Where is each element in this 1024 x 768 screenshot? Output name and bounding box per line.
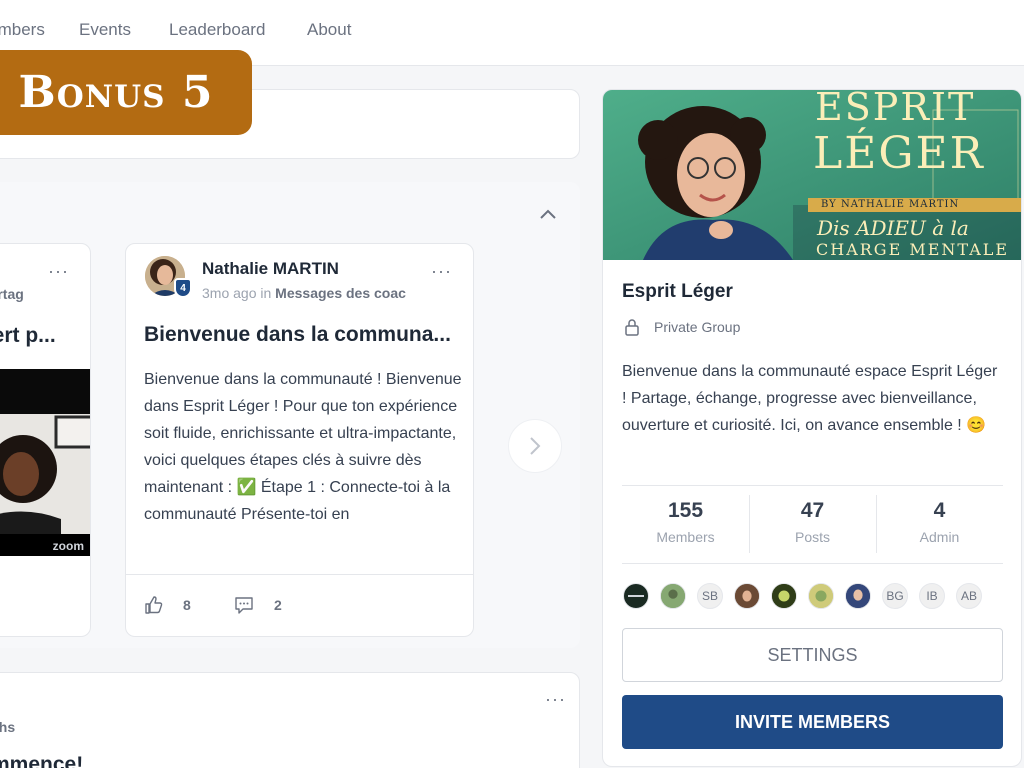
zoom-logo: zoom xyxy=(52,539,84,553)
group-description: Bienvenue dans la communauté espace Espr… xyxy=(622,363,998,434)
avatar-photo xyxy=(846,584,870,608)
cover-byline: BY NATHALIE MARTIN xyxy=(821,199,960,210)
group-cover-image: ESPRIT LÉGER BY NATHALIE MARTIN Dis ADIE… xyxy=(603,90,1021,260)
author-name[interactable]: Nathalie MARTIN xyxy=(202,259,339,279)
privacy-label: Private Group xyxy=(654,319,741,335)
member-avatar[interactable] xyxy=(771,583,797,609)
stat-label: Members xyxy=(656,529,715,545)
like-count: 8 xyxy=(183,597,191,613)
cover-title-line2: LÉGER xyxy=(813,128,985,179)
carousel-next-button[interactable] xyxy=(508,419,562,473)
collapse-chevron-up-icon[interactable] xyxy=(536,202,560,226)
lock-icon xyxy=(625,319,639,336)
avatar-photo xyxy=(661,584,685,608)
comment-button[interactable]: 2 xyxy=(234,595,282,615)
video-thumbnail[interactable]: zoom xyxy=(0,369,90,559)
member-avatar[interactable] xyxy=(734,583,760,609)
level-badge: 4 xyxy=(174,278,192,298)
nav-events[interactable]: Events xyxy=(79,20,131,40)
nav-members[interactable]: Members xyxy=(0,20,45,40)
post-space-link[interactable]: Messages des coac xyxy=(275,285,406,301)
member-avatar[interactable]: IB xyxy=(919,583,945,609)
nav-leaderboard[interactable]: Leaderboard xyxy=(169,20,265,40)
group-privacy: Private Group xyxy=(622,317,740,337)
member-avatar[interactable] xyxy=(660,583,686,609)
cover-tagline-2: CHARGE MENTALE xyxy=(816,240,1010,259)
avatar-photo xyxy=(772,584,796,608)
thumbs-up-icon xyxy=(145,596,163,614)
member-avatar[interactable] xyxy=(845,583,871,609)
group-name: Esprit Léger xyxy=(622,281,733,302)
post-body: Bienvenue dans la communauté ! Bienvenue… xyxy=(144,371,462,523)
stat-label: Posts xyxy=(794,529,830,545)
stat-posts[interactable]: 47 Posts xyxy=(749,495,876,553)
bonus-label: Bonus 5 xyxy=(0,50,252,135)
stats-divider-top xyxy=(622,485,1003,486)
chevron-right-icon xyxy=(530,437,541,455)
post-meta: partag xyxy=(0,286,24,302)
stat-value: 4 xyxy=(933,499,946,522)
more-options-icon[interactable]: ··· xyxy=(48,262,69,280)
invite-members-button[interactable]: INVITE MEMBERS xyxy=(622,695,1003,749)
avatar-photo xyxy=(809,584,833,608)
cover-title-line1: ESPRIT xyxy=(815,90,976,129)
post-meta: chs xyxy=(0,719,16,735)
post-title: vert p... xyxy=(0,324,56,347)
avatar-logo xyxy=(628,595,644,597)
more-options-icon[interactable]: ··· xyxy=(545,690,566,708)
member-avatar[interactable]: SB xyxy=(697,583,723,609)
post-meta: 3mo ago in Messages des coac xyxy=(202,285,424,301)
featured-post-card[interactable]: 4 Nathalie MARTIN 3mo ago in Messages de… xyxy=(125,243,474,637)
video-person-image xyxy=(0,414,90,559)
member-avatar[interactable] xyxy=(623,583,649,609)
stat-label: Admin xyxy=(919,529,960,545)
stat-value: 155 xyxy=(667,499,704,522)
group-info-card: ESPRIT LÉGER BY NATHALIE MARTIN Dis ADIE… xyxy=(602,89,1022,767)
feed-post-card[interactable]: ··· chs mmence! xyxy=(0,672,580,768)
member-avatar[interactable]: AB xyxy=(956,583,982,609)
bonus-text: Bonus 5 xyxy=(18,67,214,118)
settings-button[interactable]: SETTINGS xyxy=(622,628,1003,682)
post-time: 3mo ago in xyxy=(202,285,276,301)
member-avatar[interactable]: BG xyxy=(882,583,908,609)
stat-admin[interactable]: 4 Admin xyxy=(876,495,1003,553)
card-divider xyxy=(126,574,473,575)
member-avatar[interactable] xyxy=(808,583,834,609)
stat-value: 47 xyxy=(800,499,825,522)
like-button[interactable]: 8 xyxy=(144,595,191,615)
post-title: mmence! xyxy=(0,753,84,768)
featured-post-card[interactable]: ··· partag vert p... zoom xyxy=(0,243,91,637)
comment-icon xyxy=(235,597,253,614)
post-title[interactable]: Bienvenue dans la communa... xyxy=(144,323,451,347)
nav-about[interactable]: About xyxy=(307,20,351,40)
avatar-photo xyxy=(735,584,759,608)
more-options-icon[interactable]: ··· xyxy=(431,262,452,280)
comment-count: 2 xyxy=(274,597,282,613)
cover-tagline-1: Dis ADIEU à la xyxy=(817,216,969,240)
stat-members[interactable]: 155 Members xyxy=(622,495,749,553)
stats-divider-bottom xyxy=(622,563,1003,564)
